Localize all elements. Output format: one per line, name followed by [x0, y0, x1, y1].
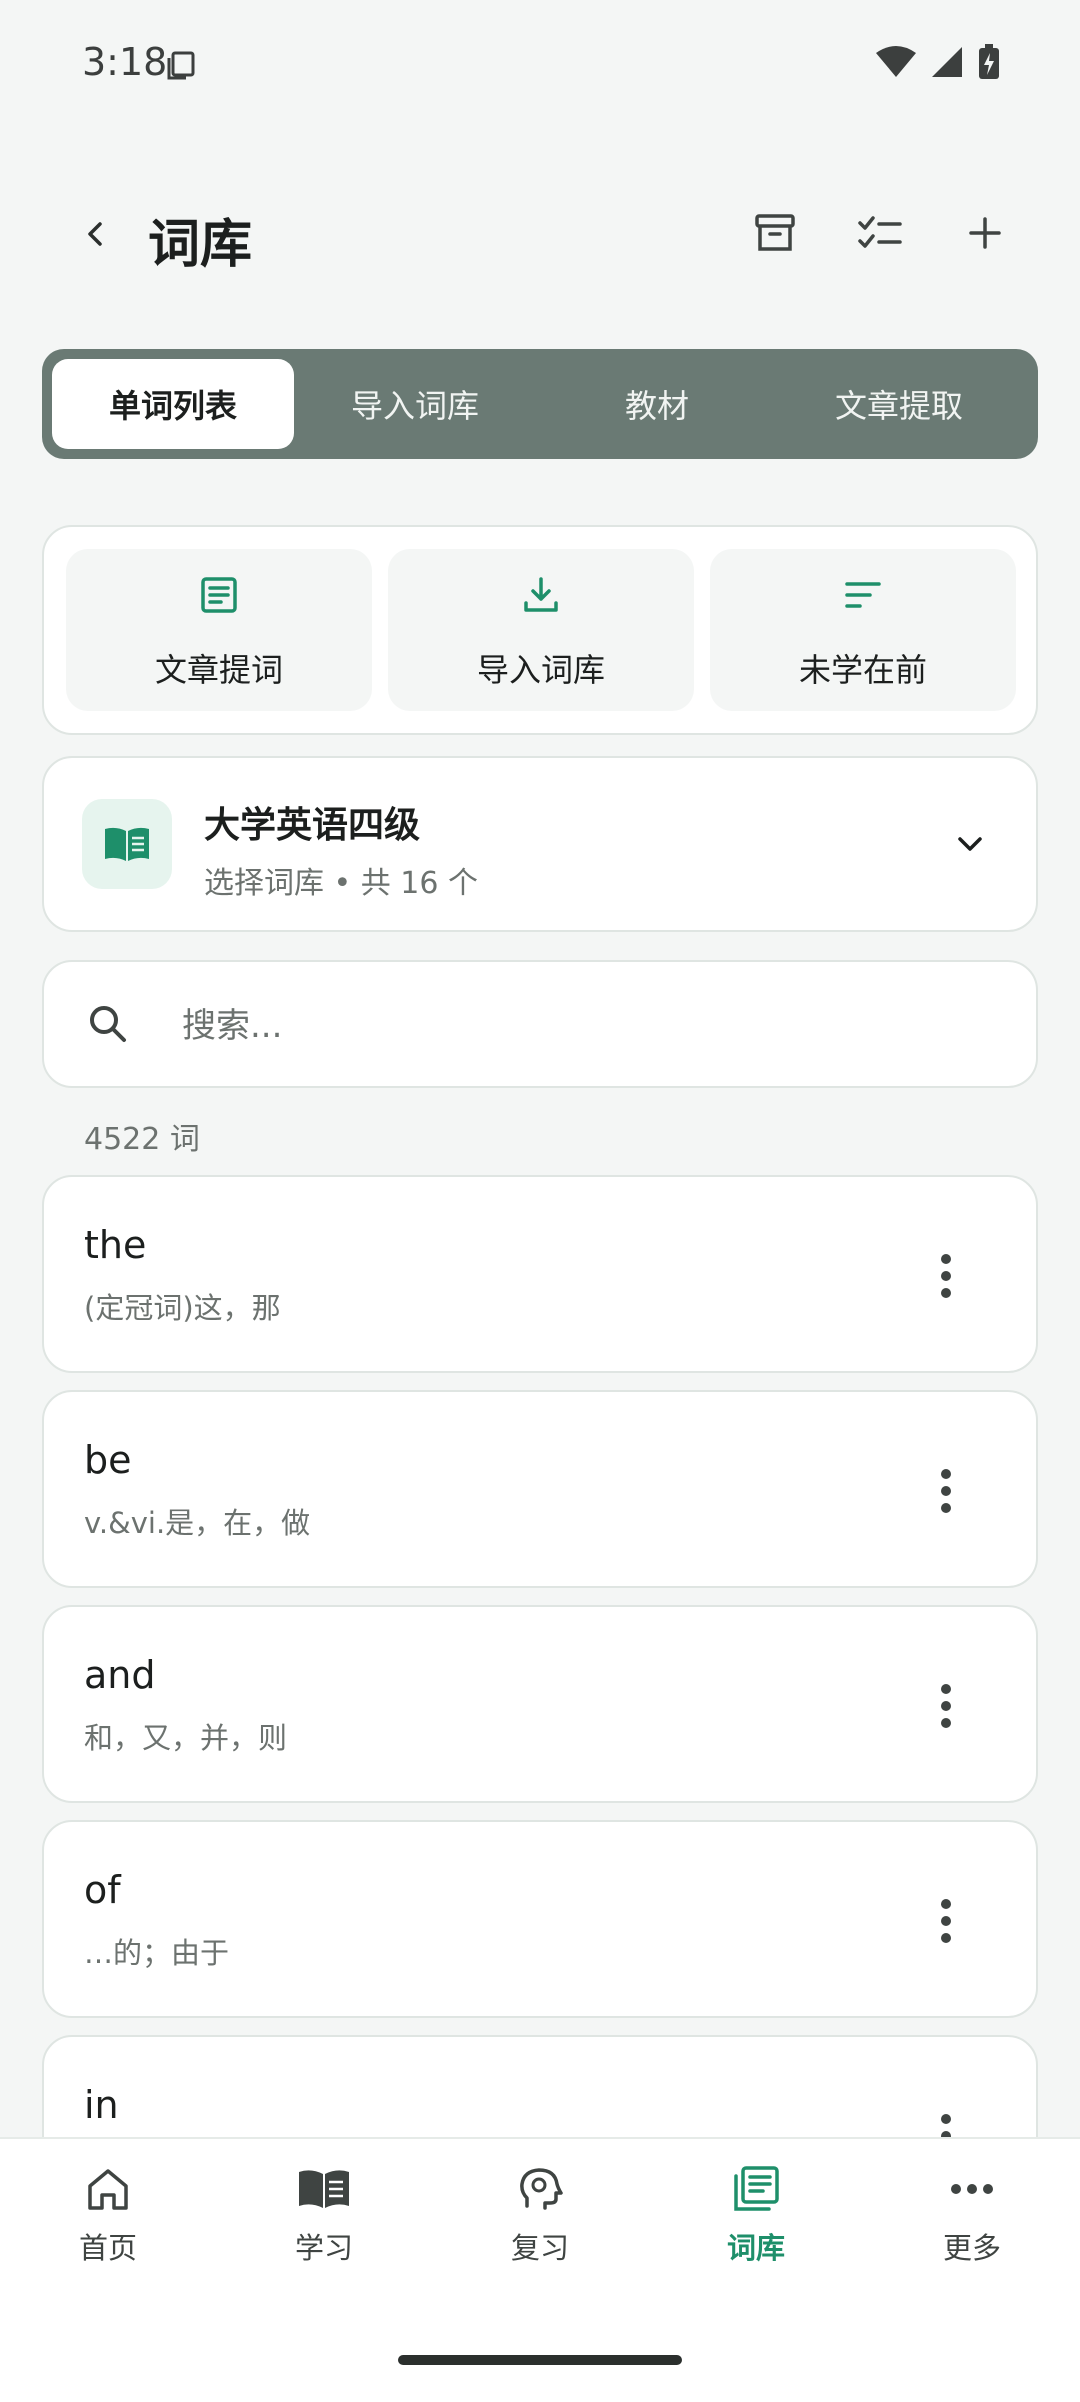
book-icon — [105, 827, 149, 861]
word-meaning: 和，又，并，则 — [84, 1721, 288, 1755]
wordbook-selector[interactable]: 大学英语四级 选择词库 • 共 16 个 — [42, 756, 1038, 932]
book-icon-wrapper — [82, 799, 172, 889]
import-wordbook-action[interactable]: 导入词库 — [388, 549, 694, 711]
article-extract-action[interactable]: 文章提词 — [66, 549, 372, 711]
book-open-icon — [299, 2170, 349, 2208]
library-icon — [734, 2166, 779, 2211]
word-item[interactable]: of …的；由于 — [42, 1820, 1038, 2018]
page-title: 词库 — [148, 215, 253, 275]
download-icon — [524, 577, 558, 612]
archive-icon — [755, 214, 795, 251]
nav-more[interactable]: 更多 — [892, 2159, 1052, 2269]
nav-review[interactable]: 复习 — [460, 2159, 620, 2269]
more-vertical-icon — [941, 2114, 951, 2137]
nav-home-label: 首页 — [78, 2231, 137, 2265]
back-button[interactable] — [66, 204, 126, 264]
word-meaning: (定冠词)这，那 — [84, 1291, 281, 1325]
wordbook-expand-button[interactable] — [942, 816, 998, 872]
status-time: 3:18 — [82, 40, 168, 84]
word-item[interactable]: and 和，又，并，则 — [42, 1605, 1038, 1803]
tab-import-wordbook[interactable]: 导入词库 — [294, 359, 536, 449]
word-more-button[interactable] — [926, 1671, 966, 1741]
wordbook-title: 大学英语四级 — [204, 805, 421, 846]
wordbook-subtitle: 选择词库 • 共 16 个 — [204, 866, 479, 901]
word-more-button[interactable] — [926, 2101, 966, 2137]
nav-study[interactable]: 学习 — [244, 2159, 404, 2269]
search-input[interactable] — [180, 990, 984, 1062]
quick-actions-card: 文章提词 导入词库 未学在前 — [42, 525, 1038, 735]
battery-icon — [979, 44, 999, 79]
status-icons — [876, 44, 1000, 80]
article-icon — [201, 577, 237, 613]
wifi-icon — [876, 46, 916, 77]
segmented-tabs: 单词列表 导入词库 教材 文章提取 — [42, 349, 1038, 459]
more-vertical-icon — [941, 1899, 951, 1943]
search-icon — [90, 1006, 126, 1042]
nav-library[interactable]: 词库 — [676, 2159, 836, 2269]
word-text: the — [84, 1223, 147, 1267]
word-more-button[interactable] — [926, 1886, 966, 1956]
word-meaning: v.&vi.是，在，做 — [84, 1506, 311, 1540]
search-bar — [42, 960, 1038, 1088]
more-vertical-icon — [941, 1684, 951, 1728]
more-vertical-icon — [941, 1254, 951, 1298]
status-bar: 3:18 — [0, 0, 1080, 128]
word-more-button[interactable] — [926, 1456, 966, 1526]
word-item[interactable]: the (定冠词)这，那 — [42, 1175, 1038, 1373]
unlearned-first-action[interactable]: 未学在前 — [710, 549, 1016, 711]
nav-review-label: 复习 — [510, 2231, 569, 2265]
archive-button[interactable] — [745, 203, 805, 263]
nav-library-label: 词库 — [726, 2231, 785, 2265]
add-button[interactable] — [955, 203, 1015, 263]
word-item[interactable]: in — [42, 2035, 1038, 2137]
word-more-button[interactable] — [926, 1241, 966, 1311]
chevron-left-icon — [88, 222, 102, 246]
word-text: of — [84, 1868, 121, 1912]
tab-textbook[interactable]: 教材 — [536, 359, 778, 449]
word-count: 4522 词 — [84, 1122, 200, 1157]
word-text: be — [84, 1438, 132, 1482]
nav-more-label: 更多 — [942, 2231, 1001, 2265]
home-indicator[interactable] — [398, 2355, 682, 2365]
chevron-down-icon — [958, 837, 982, 851]
more-horizontal-icon — [951, 2184, 993, 2194]
word-meaning: …的；由于 — [84, 1936, 230, 1970]
checklist-icon — [858, 216, 902, 248]
checklist-button[interactable] — [850, 203, 910, 263]
unlearned-first-label: 未学在前 — [798, 651, 927, 689]
home-icon — [88, 2169, 128, 2210]
more-vertical-icon — [941, 1469, 951, 1513]
article-extract-label: 文章提词 — [154, 651, 283, 689]
sort-icon — [845, 582, 881, 608]
word-text: in — [84, 2083, 119, 2127]
plus-icon — [969, 217, 1001, 249]
app-header: 词库 — [0, 190, 1080, 276]
tab-article-extract[interactable]: 文章提取 — [778, 359, 1020, 449]
word-text: and — [84, 1653, 156, 1697]
word-list: the (定冠词)这，那 be v.&vi.是，在，做 and 和，又，并，则 … — [42, 1175, 1038, 2137]
brain-icon — [520, 2168, 563, 2210]
word-item[interactable]: be v.&vi.是，在，做 — [42, 1390, 1038, 1588]
import-wordbook-label: 导入词库 — [476, 651, 605, 689]
signal-icon — [932, 47, 962, 77]
tab-word-list[interactable]: 单词列表 — [52, 359, 294, 449]
screenshot-notification-icon — [167, 51, 195, 80]
nav-study-label: 学习 — [294, 2231, 353, 2265]
nav-home[interactable]: 首页 — [28, 2159, 188, 2269]
